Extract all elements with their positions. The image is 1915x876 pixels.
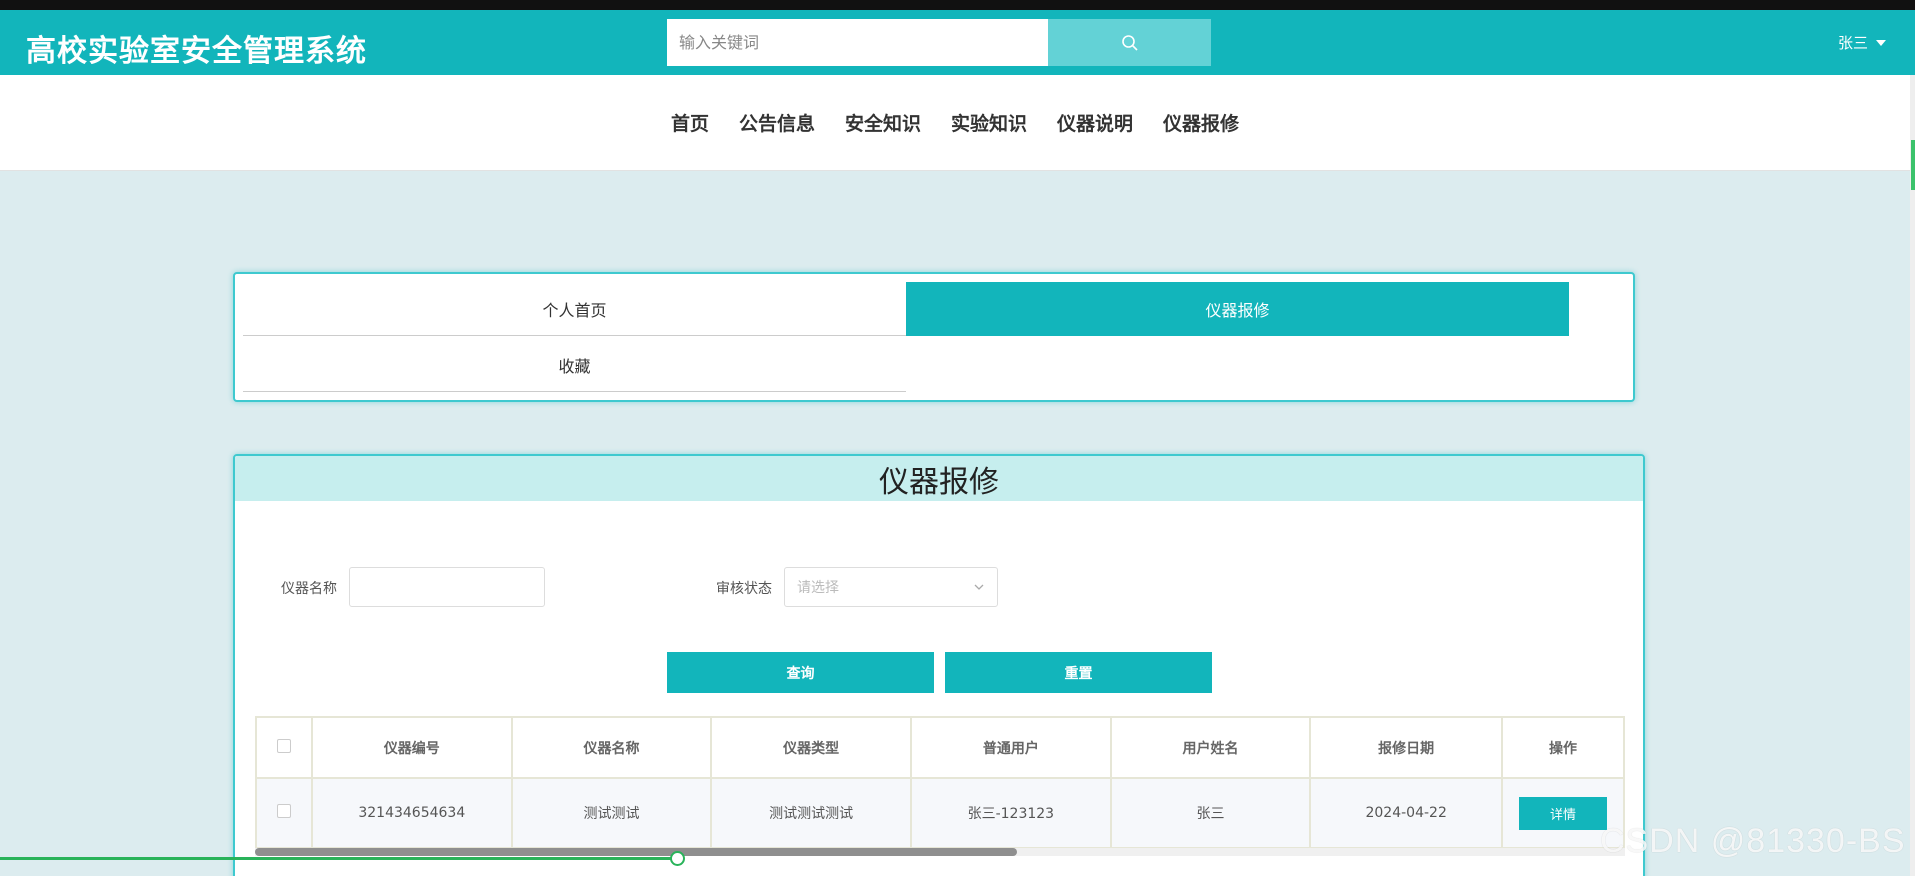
tabs-panel: 个人首页 仪器报修 收藏 xyxy=(233,272,1635,402)
main-nav: 首页 公告信息 安全知识 实验知识 仪器说明 仪器报修 xyxy=(0,75,1910,171)
col-repair-date: 报修日期 xyxy=(1309,716,1504,779)
reset-button[interactable]: 重置 xyxy=(945,652,1212,693)
caret-down-icon xyxy=(1876,39,1887,46)
col-instrument-name: 仪器名称 xyxy=(510,716,713,779)
detail-button[interactable]: 详情 xyxy=(1519,796,1607,830)
query-button[interactable]: 查询 xyxy=(667,652,934,693)
app-title: 高校实验室安全管理系统 xyxy=(26,34,367,69)
instrument-name-input[interactable] xyxy=(349,567,545,607)
repair-table: 仪器编号 仪器名称 仪器类型 普通用户 用户姓名 报修日期 操作 3214346… xyxy=(255,716,1625,849)
review-status-placeholder: 请选择 xyxy=(797,580,839,596)
select-all-checkbox[interactable] xyxy=(276,738,291,753)
chevron-down-icon xyxy=(974,584,984,590)
select-all-cell xyxy=(255,716,313,779)
tab-personal-home[interactable]: 个人首页 xyxy=(243,282,906,336)
review-status-label: 审核状态 xyxy=(716,581,772,597)
table-row: 321434654634 测试测试 测试测试测试 张三-123123 张三 20… xyxy=(255,777,1625,849)
search-icon xyxy=(1121,34,1138,51)
video-progress-bar[interactable] xyxy=(0,857,678,860)
cell-user-name: 张三 xyxy=(1109,777,1312,849)
video-progress-knob[interactable] xyxy=(670,851,685,866)
page-scrollbar-thumb[interactable] xyxy=(1911,140,1915,190)
col-actions: 操作 xyxy=(1501,716,1625,779)
header-bar: 高校实验室安全管理系统 张三 xyxy=(0,10,1915,75)
cell-instrument-type: 测试测试测试 xyxy=(710,777,912,849)
user-menu[interactable]: 张三 xyxy=(1838,32,1887,53)
col-instrument-id: 仪器编号 xyxy=(310,716,513,779)
tab-favorites[interactable]: 收藏 xyxy=(243,338,906,392)
row-select-cell xyxy=(255,777,313,849)
col-normal-user: 普通用户 xyxy=(909,716,1112,779)
review-status-select[interactable]: 请选择 xyxy=(784,567,998,607)
col-user-name: 用户姓名 xyxy=(1109,716,1312,779)
nav-item-safety-knowledge[interactable]: 安全知识 xyxy=(845,109,921,136)
cell-repair-date: 2024-04-22 xyxy=(1309,777,1504,849)
row-checkbox[interactable] xyxy=(276,804,291,818)
repair-table-wrap: 仪器编号 仪器名称 仪器类型 普通用户 用户姓名 报修日期 操作 3214346… xyxy=(255,716,1625,856)
tab-instrument-repair[interactable]: 仪器报修 xyxy=(906,282,1569,336)
watermark: CSDN @81330-BS xyxy=(1600,822,1906,860)
search-button[interactable] xyxy=(1048,19,1211,66)
nav-item-instrument-guide[interactable]: 仪器说明 xyxy=(1057,109,1133,136)
table-horizontal-scrollbar-thumb[interactable] xyxy=(255,848,1017,856)
user-name: 张三 xyxy=(1838,34,1869,52)
cell-instrument-id: 321434654634 xyxy=(310,777,513,849)
nav-item-home[interactable]: 首页 xyxy=(671,109,709,136)
nav-item-instrument-repair[interactable]: 仪器报修 xyxy=(1163,109,1239,136)
nav-item-lab-knowledge[interactable]: 实验知识 xyxy=(951,109,1027,136)
cell-instrument-name: 测试测试 xyxy=(510,777,713,849)
table-header-row: 仪器编号 仪器名称 仪器类型 普通用户 用户姓名 报修日期 操作 xyxy=(255,716,1625,779)
window-top-strip xyxy=(0,0,1915,10)
cell-normal-user: 张三-123123 xyxy=(909,777,1112,849)
nav-item-announcements[interactable]: 公告信息 xyxy=(739,109,815,136)
instrument-name-label: 仪器名称 xyxy=(281,581,337,597)
panel-title: 仪器报修 xyxy=(235,456,1643,501)
search-input[interactable] xyxy=(667,19,1048,66)
repair-panel: 仪器报修 仪器名称 审核状态 请选择 查询 重置 仪器编号 仪器名称 仪器类型 … xyxy=(233,454,1645,876)
col-instrument-type: 仪器类型 xyxy=(710,716,912,779)
page-scrollbar[interactable] xyxy=(1910,75,1915,876)
